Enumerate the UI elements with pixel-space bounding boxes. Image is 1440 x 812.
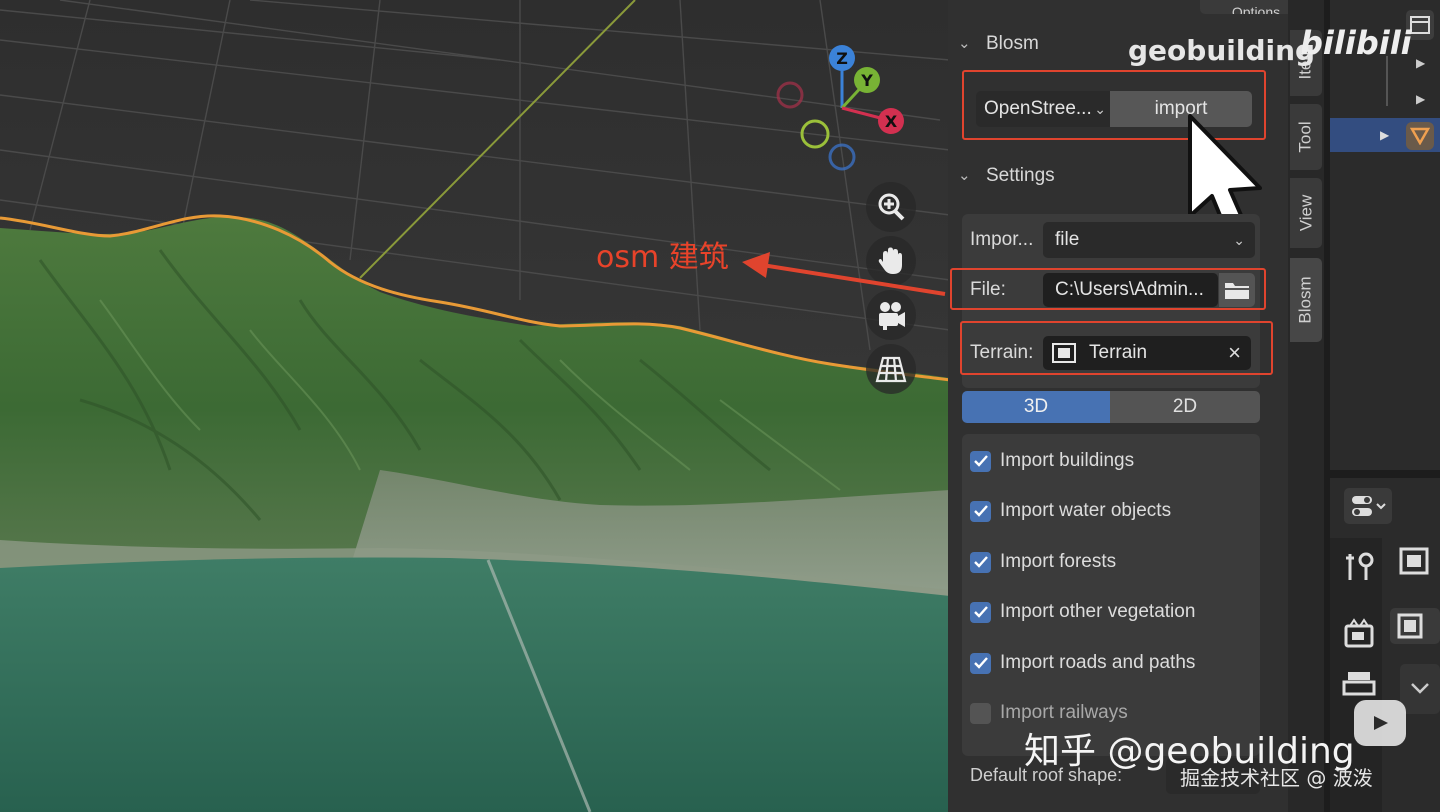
- terrain-field[interactable]: Terrain ×: [1043, 336, 1251, 370]
- chevron-down-icon: ⌄: [1094, 100, 1106, 117]
- gizmo-z-label: Z: [836, 49, 848, 68]
- folder-icon: [1225, 283, 1249, 299]
- checkbox-import-other-vegetation[interactable]: Import other vegetation: [970, 597, 1195, 627]
- toggle-icon: [1352, 496, 1386, 516]
- settings-panel-header[interactable]: ⌄ Settings: [958, 156, 1055, 196]
- checkbox-label: Import other vegetation: [1000, 601, 1196, 622]
- blosm-panel-title: Blosm: [986, 33, 1039, 54]
- checkbox-empty-icon: [970, 702, 991, 724]
- terrain-label: Terrain:: [970, 342, 1034, 363]
- tab-tool[interactable]: Tool: [1290, 104, 1322, 170]
- terrain-value: Terrain: [1089, 342, 1148, 363]
- import-mode-label: Impor...: [970, 229, 1034, 250]
- annotation-label: osm 建筑: [596, 240, 729, 275]
- close-icon[interactable]: ×: [1228, 340, 1241, 366]
- source-select-value: OpenStree...: [984, 98, 1092, 119]
- checkmark-icon: [970, 601, 991, 623]
- expand-arrow-icon[interactable]: ▶: [1416, 92, 1425, 106]
- tool-settings-icon[interactable]: [1342, 550, 1376, 584]
- tab-view-label: View: [1296, 194, 1316, 232]
- tab-blosm[interactable]: Blosm: [1290, 258, 1322, 342]
- tab-2d-label: 2D: [1172, 396, 1198, 417]
- checkbox-import-buildings[interactable]: Import buildings: [970, 446, 1134, 476]
- blosm-panel-header[interactable]: ⌄ Blosm: [958, 24, 1039, 64]
- tab-view[interactable]: View: [1290, 178, 1322, 248]
- gizmo-x-label: X: [885, 112, 898, 131]
- grid-perspective-icon[interactable]: [866, 344, 916, 394]
- mesh-object-icon[interactable]: [1406, 122, 1434, 150]
- annotation-arrow-icon: [742, 252, 946, 296]
- folder-browse-button[interactable]: [1219, 273, 1255, 307]
- editor-type-button[interactable]: [1344, 488, 1392, 524]
- import-mode-value: file: [1055, 229, 1080, 250]
- chevron-down-icon: ⌄: [1233, 231, 1245, 248]
- object-select-button[interactable]: [1390, 608, 1440, 644]
- checkmark-icon: [970, 500, 991, 522]
- checkbox-label: Import buildings: [1000, 450, 1135, 471]
- juejin-watermark: 掘金技术社区 @ 波泼: [1180, 766, 1373, 790]
- checkmark-icon: [970, 450, 991, 472]
- checkbox-import-water-objects[interactable]: Import water objects: [970, 496, 1171, 526]
- file-path-value: C:\Users\Admin...: [1055, 279, 1204, 300]
- import-mode-select[interactable]: file ⌄: [1043, 222, 1255, 258]
- output-properties-icon[interactable]: [1342, 670, 1376, 700]
- chevron-down-icon[interactable]: [1400, 664, 1440, 714]
- tab-3d-label: 3D: [1023, 396, 1049, 417]
- expand-arrow-icon[interactable]: ▶: [1380, 128, 1389, 142]
- tab-blosm-label: Blosm: [1296, 276, 1316, 324]
- chevron-down-icon: ⌄: [958, 35, 971, 52]
- file-path-field[interactable]: C:\Users\Admin...: [1043, 273, 1218, 307]
- checkbox-label: Import water objects: [1000, 500, 1172, 521]
- tv-logo-icon: [1354, 700, 1406, 746]
- tab-2d[interactable]: 2D: [1110, 391, 1260, 423]
- checkbox-import-roads-and-paths[interactable]: Import roads and paths: [970, 648, 1195, 678]
- object-properties-icon[interactable]: [1396, 544, 1432, 578]
- checkbox-label: Import forests: [1000, 551, 1117, 572]
- checkbox-label: Import railways: [1000, 702, 1128, 723]
- bilibili-logo: bilibili: [1300, 24, 1412, 62]
- chevron-down-icon: ⌄: [958, 167, 971, 184]
- expand-arrow-icon[interactable]: ▶: [1416, 56, 1425, 70]
- source-select[interactable]: OpenStree... ⌄: [976, 91, 1110, 127]
- geobuilding-watermark: geobuilding: [1128, 34, 1316, 67]
- tree-line: [1386, 56, 1388, 106]
- checkmark-icon: [970, 551, 991, 573]
- axis-gizmo[interactable]: Z Y X: [770, 40, 920, 180]
- checkbox-label: Import roads and paths: [1000, 652, 1196, 673]
- checkmark-icon: [970, 652, 991, 674]
- tab-3d[interactable]: 3D: [962, 391, 1110, 423]
- gizmo-y-label: Y: [860, 71, 873, 90]
- zoom-in-icon[interactable]: [866, 182, 916, 232]
- options-label: Options: [1231, 4, 1281, 14]
- 3d-viewport[interactable]: Z Y X osm 建筑: [0, 0, 950, 812]
- tab-tool-label: Tool: [1296, 121, 1315, 153]
- object-icon: [1052, 343, 1076, 363]
- outliner: ▶ ▶ ▶: [1330, 0, 1440, 470]
- file-label: File:: [970, 279, 1006, 300]
- render-properties-icon[interactable]: [1342, 616, 1376, 650]
- settings-panel-title: Settings: [986, 165, 1055, 186]
- checkbox-import-forests[interactable]: Import forests: [970, 547, 1116, 577]
